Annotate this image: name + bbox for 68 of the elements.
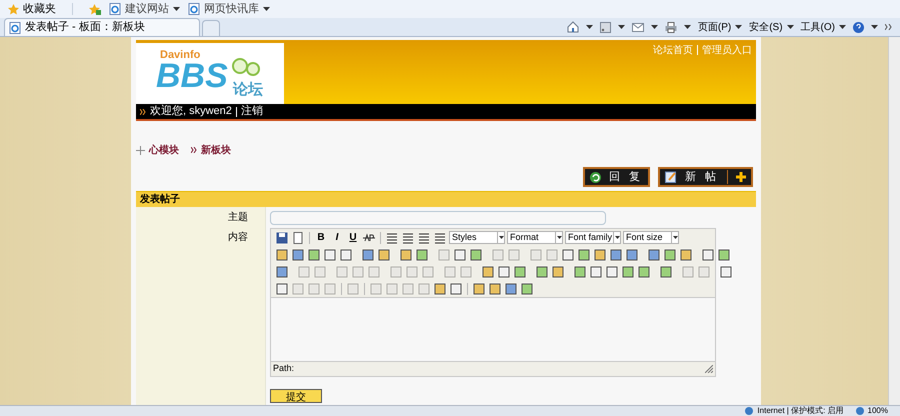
favorites-button[interactable]: 收藏夹 [8, 0, 56, 18]
caret-icon[interactable] [498, 236, 504, 239]
strikethrough-icon[interactable] [363, 232, 375, 244]
welcome-text: 欢迎您, skywen2 [150, 104, 232, 120]
editor-dropdown[interactable]: Font size [623, 231, 679, 244]
command-menu[interactable]: 安全(S) [749, 20, 794, 34]
caret-icon[interactable] [614, 236, 620, 239]
editor-dropdown[interactable]: Font family [565, 231, 621, 244]
resize-grip-icon[interactable] [705, 365, 713, 373]
action-button[interactable]: 新 帖 [658, 167, 753, 187]
zoom-button[interactable]: 100% [856, 406, 888, 416]
logo-suffix: 论坛 [233, 80, 263, 100]
command-menu[interactable]: 页面(P) [698, 20, 742, 34]
align-center-icon[interactable] [402, 232, 414, 244]
globe-icon [745, 407, 754, 415]
page-icon [109, 3, 121, 15]
caret-icon[interactable] [263, 7, 270, 11]
caret-icon[interactable] [586, 25, 593, 29]
chevron-icon[interactable] [885, 24, 892, 30]
chevron-icon [191, 147, 197, 153]
mail-icon[interactable] [632, 22, 644, 32]
favorites-link[interactable]: 建议网站 [109, 0, 180, 18]
editor-dropdown[interactable]: Format [507, 231, 563, 244]
editor-dropdown[interactable]: Styles [449, 231, 505, 244]
printer-icon[interactable] [664, 22, 677, 32]
save-icon[interactable] [276, 232, 288, 244]
caret-icon[interactable] [173, 7, 180, 11]
scrollbar[interactable] [888, 37, 900, 405]
reply-icon [590, 172, 601, 182]
star-plus-icon[interactable] [89, 4, 101, 14]
caret-icon[interactable] [786, 25, 794, 29]
format-button[interactable]: U [346, 230, 360, 245]
browser-tab[interactable]: 发表帖子 - 板面：新板块 [4, 18, 200, 36]
page-icon [188, 3, 200, 15]
submit-button[interactable]: 提交 [270, 389, 322, 403]
align-left-icon[interactable] [386, 232, 398, 244]
favorites-link[interactable]: 网页快讯库 [188, 0, 270, 18]
caret-icon[interactable] [672, 236, 678, 239]
circles-icon [232, 57, 260, 77]
field-label: 主题 [228, 210, 248, 225]
justify-icon[interactable] [434, 232, 446, 244]
plus-icon [736, 172, 746, 182]
section-title: 发表帖子 [140, 192, 180, 207]
breadcrumb-link[interactable]: 新板块 [201, 142, 231, 158]
caret-icon[interactable] [684, 25, 691, 29]
command-menu[interactable]: 工具(O) [800, 20, 846, 34]
format-button[interactable]: B [314, 230, 328, 245]
star-icon [8, 4, 19, 14]
document-icon[interactable] [292, 232, 304, 244]
caret-icon[interactable] [735, 25, 742, 29]
align-right-icon[interactable] [418, 232, 430, 244]
breadcrumb-link[interactable]: 心模块 [149, 142, 179, 158]
caret-icon[interactable] [871, 25, 878, 29]
path-label: Path: [273, 362, 294, 376]
field-label: 内容 [228, 230, 248, 245]
caret-icon[interactable] [618, 25, 625, 29]
action-button[interactable]: 回 复 [582, 167, 650, 187]
security-zone: Internet | 保护模式: 启用 [757, 406, 844, 416]
caret-icon[interactable] [839, 25, 846, 29]
chevron-icon [140, 108, 146, 114]
format-button[interactable]: I [330, 230, 344, 245]
subject-field[interactable] [270, 211, 606, 225]
logout-link[interactable]: 注销 [240, 103, 263, 120]
page-icon [9, 22, 21, 34]
notepad-icon [664, 171, 677, 183]
caret-icon[interactable] [650, 25, 658, 29]
home-icon[interactable] [566, 21, 579, 33]
caret-icon[interactable] [556, 236, 562, 239]
